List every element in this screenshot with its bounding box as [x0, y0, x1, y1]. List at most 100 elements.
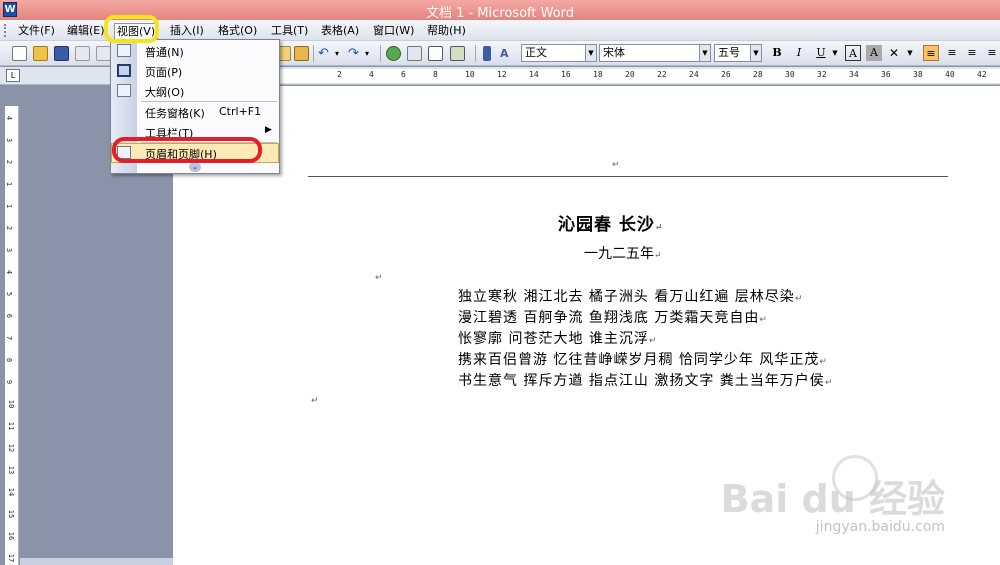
ruler-tick-label: 26	[721, 70, 731, 79]
toolbar-options-icon[interactable]	[483, 46, 491, 61]
redo-icon[interactable]: ↷	[348, 46, 363, 61]
redo-dropdown-icon[interactable]: ▾	[365, 46, 380, 61]
view-menu-outline[interactable]: 大纲(O)	[111, 81, 279, 101]
poem-line: 书生意气 挥斥方遒 指点江山 激扬文字 粪土当年万户侯↵	[458, 373, 834, 389]
ruler-tick-label: 3	[5, 137, 14, 143]
ruler-tick-label: 12	[7, 443, 16, 453]
ruler-tick-label: 30	[785, 70, 795, 79]
insert-excel-icon[interactable]	[450, 46, 465, 61]
italic-button[interactable]: I	[791, 45, 807, 61]
ruler-tick-label: 16	[7, 531, 16, 541]
ruler-tick-label: 6	[5, 313, 14, 319]
poem-line: 独立寒秋 湘江北去 橘子洲头 看万山红遍 层林尽染↵	[458, 289, 804, 305]
underline-dropdown-icon[interactable]: ▼	[827, 45, 843, 61]
ruler-tick-label: 14	[529, 70, 539, 79]
save-icon[interactable]	[54, 46, 69, 61]
view-menu-page[interactable]: 页面(P)	[111, 61, 279, 81]
menubar-grip[interactable]	[4, 24, 6, 37]
ruler-tick-label: 4	[369, 70, 374, 79]
styles-formatting-icon[interactable]: A	[500, 46, 515, 61]
font-dropdown-icon[interactable]: ▼	[699, 45, 710, 61]
ruler-tick-label: 28	[753, 70, 763, 79]
ruler-tick-label: 18	[593, 70, 603, 79]
hyperlink-icon[interactable]	[386, 46, 401, 61]
menu-file[interactable]: 文件(F)	[16, 23, 57, 39]
ruler-tick-label: 10	[465, 70, 475, 79]
bold-button[interactable]: B	[769, 45, 785, 61]
undo-icon[interactable]: ↶	[318, 46, 333, 61]
menu-window[interactable]: 窗口(W)	[371, 23, 416, 39]
tables-borders-icon[interactable]	[407, 46, 422, 61]
menu-table[interactable]: 表格(A)	[319, 23, 361, 39]
distributed-align-icon[interactable]: ≡	[984, 45, 1000, 61]
menu-tools[interactable]: 工具(T)	[269, 23, 310, 39]
header-footer-highlight-ring	[112, 137, 262, 163]
style-dropdown-icon[interactable]: ▼	[585, 45, 596, 61]
menu-format[interactable]: 格式(O)	[216, 23, 259, 39]
ruler-tick-label: 2	[5, 225, 14, 231]
ruler-tick-label: 7	[5, 335, 14, 341]
align-justify-icon[interactable]: ≡	[923, 45, 939, 61]
new-document-icon[interactable]	[12, 46, 27, 61]
watermark-brand: Bai du 经验	[720, 477, 945, 521]
open-folder-icon[interactable]	[33, 46, 48, 61]
header-divider	[308, 176, 948, 177]
ruler-tick-label: 14	[7, 487, 16, 497]
ruler-tick-label: 22	[657, 70, 667, 79]
view-menu-normal[interactable]: 普通(N)	[111, 41, 279, 61]
ruler-tick-label: 4	[5, 115, 14, 121]
font-value: 宋体	[603, 46, 625, 59]
ruler-tick-label: 11	[7, 421, 16, 431]
menu-edit[interactable]: 编辑(E)	[65, 23, 107, 39]
ruler-strip: 2 4 6 8 10 12 14 16 18 20 22 24 26 28 30 32 34 36 38 40 42	[175, 69, 1000, 83]
phonetic-dropdown-icon[interactable]: ▼	[902, 45, 918, 61]
ruler-tick-label: 24	[689, 70, 699, 79]
char-border-button[interactable]: A	[845, 45, 861, 61]
normal-view-icon	[117, 44, 131, 57]
view-buttons-bar[interactable]	[20, 558, 173, 565]
watermark-url: jingyan.baidu.com	[815, 519, 945, 535]
align-center-icon[interactable]: ≡	[944, 45, 960, 61]
document-title: 沁园春 长沙↵	[558, 215, 664, 235]
page-view-icon	[117, 64, 131, 77]
format-painter-icon[interactable]	[294, 46, 309, 61]
ruler-tick-label: 32	[817, 70, 827, 79]
insert-table-icon[interactable]	[428, 46, 443, 61]
ruler-tick-label: 4	[5, 269, 14, 275]
poem-line: 漫江碧透 百舸争流 鱼翔浅底 万类霜天竞自由↵	[458, 310, 768, 326]
size-dropdown-icon[interactable]: ▼	[750, 45, 761, 61]
tab-selector[interactable]: L	[6, 69, 20, 82]
ruler-tick-label: 16	[561, 70, 571, 79]
email-icon[interactable]	[96, 46, 111, 61]
font-combo[interactable]: 宋体 ▼	[599, 44, 711, 62]
phonetic-guide-icon[interactable]: ✕	[886, 45, 902, 61]
align-right-icon[interactable]: ≡	[964, 45, 980, 61]
menu-help[interactable]: 帮助(H)	[425, 23, 468, 39]
ruler-tick-label: 40	[945, 70, 955, 79]
vertical-ruler[interactable]: 4 3 2 1 1 2 3 4 5 6 7 8 9 10 11 12 13 14 15 16 17	[5, 86, 19, 565]
ruler-tick-label: 6	[401, 70, 406, 79]
permission-icon[interactable]	[75, 46, 90, 61]
ruler-tick-label: 1	[5, 181, 14, 187]
ruler-tick-label: 8	[5, 357, 14, 363]
ruler-tick-label: 5	[5, 291, 14, 297]
ruler-tick-label: 3	[5, 247, 14, 253]
empty-paragraph-mark: ↵	[375, 273, 383, 283]
ruler-tick-label: 12	[497, 70, 507, 79]
ruler-tick-label: 42	[977, 70, 987, 79]
view-menu-highlight-ring	[104, 15, 159, 43]
style-combo[interactable]: 正文 ▼	[521, 44, 597, 62]
poem-line: 携来百侣曾游 忆往昔峥嵘岁月稠 恰同学少年 风华正茂↵	[458, 352, 828, 368]
view-menu-task-pane[interactable]: 任务窗格(K) Ctrl+F1	[111, 102, 279, 122]
ruler-tick-label: 17	[7, 553, 16, 563]
expand-menu-icon[interactable]: ⌄	[189, 162, 201, 172]
submenu-arrow-icon: ▶	[265, 125, 272, 135]
ruler-tick-label: 8	[433, 70, 438, 79]
char-shading-button[interactable]: A	[866, 45, 882, 61]
empty-paragraph-mark: ↵	[311, 396, 319, 406]
ruler-tick-label: 15	[7, 509, 16, 519]
menu-insert[interactable]: 插入(I)	[168, 23, 206, 39]
size-combo[interactable]: 五号 ▼	[714, 44, 762, 62]
ruler-tick-label: 9	[5, 379, 14, 385]
document-subtitle: 一九二五年↵	[584, 246, 662, 262]
